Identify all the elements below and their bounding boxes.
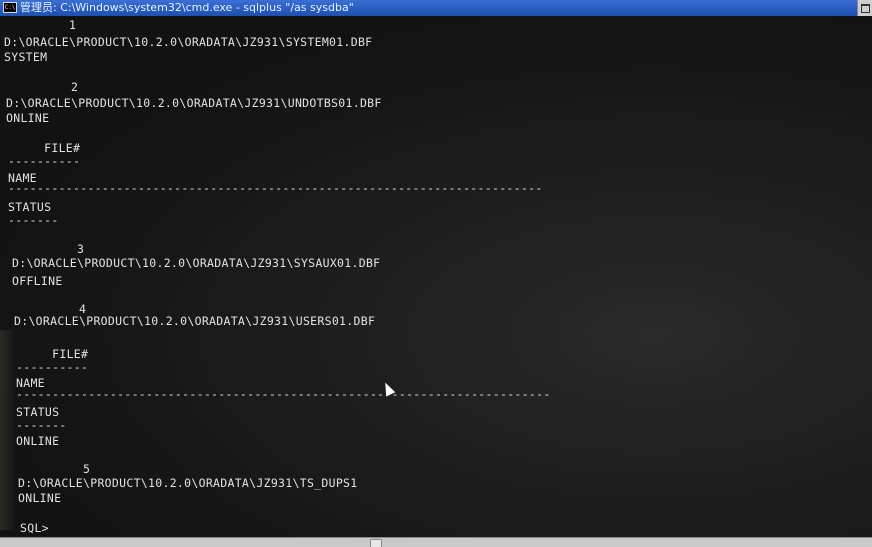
console-line: ---------- bbox=[8, 154, 81, 168]
console-line: ------- bbox=[16, 418, 67, 432]
console-line: ONLINE bbox=[18, 491, 62, 505]
scrollbar-thumb[interactable] bbox=[370, 539, 382, 547]
console-line: ONLINE bbox=[6, 111, 50, 125]
console-line: 1 bbox=[4, 18, 77, 32]
cmd-window: C:\ 管理员: C:\Windows\system32\cmd.exe - s… bbox=[0, 0, 872, 547]
horizontal-scrollbar[interactable] bbox=[0, 537, 872, 547]
sql-prompt[interactable]: SQL> bbox=[20, 521, 49, 535]
console-line: STATUS bbox=[8, 200, 52, 214]
title-bar[interactable]: C:\ 管理员: C:\Windows\system32\cmd.exe - s… bbox=[0, 0, 872, 16]
console-line: D:\ORACLE\PRODUCT\10.2.0\ORADATA\JZ931\U… bbox=[14, 314, 376, 328]
console-line: SYSTEM bbox=[4, 50, 48, 64]
cmd-icon[interactable]: C:\ bbox=[3, 2, 17, 13]
console-line: FILE# bbox=[8, 141, 81, 155]
console-line: FILE# bbox=[16, 347, 89, 361]
console-line: ---------- bbox=[16, 360, 89, 374]
console-line: 5 bbox=[18, 462, 91, 476]
console-line: ONLINE bbox=[16, 434, 60, 448]
console-output[interactable]: 1 D:\ORACLE\PRODUCT\10.2.0\ORADATA\JZ931… bbox=[0, 16, 872, 547]
console-line: 3 bbox=[12, 242, 85, 256]
console-line: OFFLINE bbox=[12, 274, 63, 288]
console-line: D:\ORACLE\PRODUCT\10.2.0\ORADATA\JZ931\U… bbox=[6, 96, 382, 110]
console-line: D:\ORACLE\PRODUCT\10.2.0\ORADATA\JZ931\S… bbox=[4, 35, 373, 49]
console-line: ----------------------------------------… bbox=[8, 181, 543, 195]
console-line: ----------------------------------------… bbox=[16, 387, 551, 401]
console-line: ------- bbox=[8, 213, 59, 227]
console-line: D:\ORACLE\PRODUCT\10.2.0\ORADATA\JZ931\S… bbox=[12, 256, 381, 270]
window-title: 管理员: C:\Windows\system32\cmd.exe - sqlpl… bbox=[20, 1, 354, 14]
console-line: D:\ORACLE\PRODUCT\10.2.0\ORADATA\JZ931\T… bbox=[18, 476, 358, 490]
console-line: STATUS bbox=[16, 405, 60, 419]
screen-bezel-edge bbox=[0, 330, 14, 530]
maximize-button[interactable] bbox=[857, 0, 872, 16]
console-line: 2 bbox=[6, 80, 79, 94]
